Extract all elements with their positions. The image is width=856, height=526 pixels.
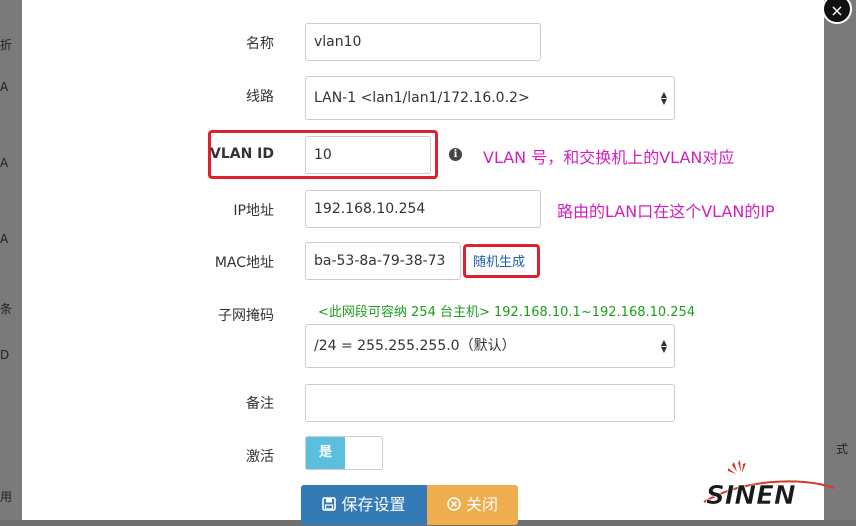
remark-input[interactable] <box>305 384 675 422</box>
active-toggle-on: 是 <box>306 437 345 469</box>
select-arrows-icon: ▲ ▼ <box>660 338 668 354</box>
backdrop-text: 式 <box>836 442 849 456</box>
backdrop-text: 用 <box>0 490 13 504</box>
backdrop-text: 折 <box>0 38 13 52</box>
subnet-select[interactable]: /24 = 255.255.255.0（默认） ▲ ▼ <box>305 324 675 368</box>
subnet-hint: <此网段可容纳 254 台主机> 192.168.10.1~192.168.10… <box>318 305 696 320</box>
close-button[interactable]: 关闭 <box>427 485 518 525</box>
vlan-id-annotation: VLAN 号，和交换机上的VLAN对应 <box>483 148 735 167</box>
ip-annotation: 路由的LAN口在这个VLAN的IP <box>557 202 775 221</box>
line-label: 线路 <box>246 89 274 105</box>
line-select[interactable]: LAN-1 <lan1/lan1/172.16.0.2> ▲ ▼ <box>305 76 675 120</box>
mac-input[interactable]: ba-53-8a-79-38-73 <box>305 242 461 280</box>
subnet-select-value: /24 = 255.255.255.0（默认） <box>314 338 516 354</box>
subnet-label: 子网掩码 <box>218 308 274 324</box>
save-button[interactable]: 保存设置 <box>301 485 427 525</box>
sinen-logo: SINEN <box>703 460 835 511</box>
info-icon[interactable]: i <box>449 148 462 161</box>
close-button-label: 关闭 <box>465 495 498 514</box>
ip-label: IP地址 <box>233 203 274 219</box>
line-select-value: LAN-1 <lan1/lan1/172.16.0.2> <box>314 90 530 106</box>
backdrop-text: D <box>0 348 10 362</box>
backdrop-text: A <box>0 156 9 170</box>
select-arrows-icon: ▲ ▼ <box>660 90 668 106</box>
mac-label: MAC地址 <box>214 255 274 271</box>
ip-input[interactable]: 192.168.10.254 <box>305 190 541 228</box>
vlan-id-input[interactable]: 10 <box>305 136 431 174</box>
active-label: 激活 <box>246 449 274 465</box>
x-circle-icon <box>447 486 461 526</box>
logo-text: SINEN <box>706 481 796 511</box>
floppy-icon <box>322 486 337 526</box>
save-button-label: 保存设置 <box>341 495 406 514</box>
remark-label: 备注 <box>246 396 274 412</box>
vlan-id-label: VLAN ID <box>209 146 274 162</box>
active-toggle[interactable]: 是 <box>305 436 383 470</box>
backdrop-text: 条 <box>0 302 13 316</box>
backdrop-left: 折 A A A 条 D 用 <box>0 0 22 520</box>
generate-mac-button[interactable]: 随机生成 <box>473 251 525 270</box>
backdrop-text: A <box>0 80 9 94</box>
name-input[interactable]: vlan10 <box>305 23 541 61</box>
name-label: 名称 <box>246 36 274 52</box>
backdrop-text: A <box>0 232 9 246</box>
